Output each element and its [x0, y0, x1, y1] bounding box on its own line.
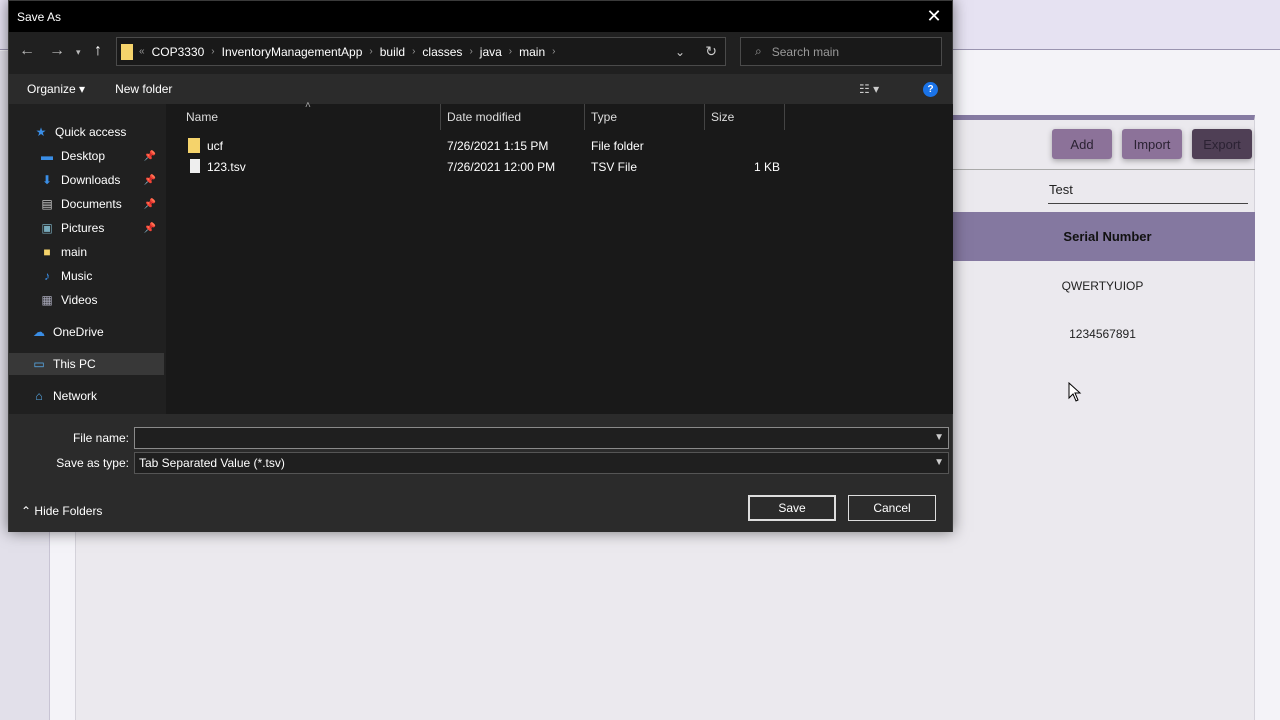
- table-cell[interactable]: 1234567891: [950, 327, 1255, 341]
- pin-icon: 📌: [143, 150, 156, 162]
- file-name-input[interactable]: ▼: [134, 427, 949, 449]
- breadcrumb-item[interactable]: COP3330: [152, 45, 205, 59]
- cloud-icon: ☁: [33, 325, 45, 339]
- breadcrumb-item[interactable]: java: [480, 45, 502, 59]
- nav-desktop[interactable]: ▬ Desktop 📌: [39, 145, 164, 167]
- organize-menu[interactable]: Organize ▾: [27, 82, 85, 96]
- file-list: ˄ Name Date modified Type Size ucf 7/26/…: [166, 100, 953, 414]
- import-button[interactable]: Import: [1122, 129, 1182, 159]
- nav-downloads[interactable]: ⬇ Downloads 📌: [39, 169, 164, 191]
- save-type-select[interactable]: Tab Separated Value (*.tsv) ▼: [134, 452, 949, 474]
- search-icon: ⌕: [755, 44, 762, 58]
- dialog-title: Save As: [9, 1, 952, 32]
- help-icon[interactable]: ?: [923, 81, 938, 97]
- breadcrumb-item[interactable]: main: [519, 45, 545, 59]
- refresh-icon[interactable]: ↻: [705, 43, 717, 60]
- chevron-down-icon: ▼: [934, 457, 944, 468]
- recent-chevron-icon[interactable]: ▾: [76, 47, 81, 58]
- search-input[interactable]: Test: [1048, 182, 1248, 204]
- music-icon: ♪: [44, 269, 50, 283]
- new-folder-button[interactable]: New folder: [115, 82, 172, 96]
- nav-network[interactable]: ⌂ Network: [31, 385, 186, 407]
- cancel-button[interactable]: Cancel: [848, 495, 936, 521]
- column-date-modified[interactable]: Date modified: [441, 104, 585, 130]
- desktop-icon: ▬: [41, 149, 53, 163]
- nav-documents[interactable]: ▤ Documents 📌: [39, 193, 164, 215]
- forward-arrow-icon[interactable]: →: [49, 42, 65, 60]
- divider: [950, 169, 1255, 170]
- file-name-label: File name:: [72, 431, 129, 445]
- file-row[interactable]: ucf 7/26/2021 1:15 PM File folder: [166, 136, 786, 156]
- search-box[interactable]: ⌕ Search main: [740, 37, 942, 66]
- export-button[interactable]: Export: [1192, 129, 1252, 159]
- search-placeholder: Search main: [771, 44, 840, 59]
- folder-icon: ■: [43, 245, 51, 259]
- download-icon: ⬇: [41, 173, 53, 187]
- pin-icon: 📌: [143, 198, 156, 210]
- chevron-down-icon[interactable]: ⌄: [675, 45, 685, 59]
- mouse-cursor-icon: [1068, 382, 1082, 402]
- column-name[interactable]: Name: [180, 104, 441, 130]
- pin-icon: 📌: [143, 174, 156, 186]
- breadcrumb-item[interactable]: classes: [422, 45, 462, 59]
- document-icon: ▤: [41, 197, 53, 211]
- close-icon[interactable]: ✕: [922, 5, 946, 27]
- save-type-label: Save as type:: [56, 456, 129, 470]
- serial-number-column-header[interactable]: Serial Number: [950, 212, 1255, 261]
- save-button[interactable]: Save: [748, 495, 836, 521]
- file-icon: [190, 159, 200, 173]
- nav-onedrive[interactable]: ☁ OneDrive: [31, 321, 186, 343]
- save-as-dialog: Save As ✕ ← → ▾ ↑ « COP3330 › InventoryMa…: [8, 0, 953, 532]
- computer-icon: ▭: [33, 357, 45, 371]
- file-row[interactable]: 123.tsv 7/26/2021 12:00 PM TSV File 1 KB: [166, 157, 786, 177]
- back-arrow-icon[interactable]: ←: [19, 42, 35, 60]
- star-icon: ★: [35, 125, 47, 139]
- add-button[interactable]: Add: [1052, 129, 1112, 159]
- nav-quick-access[interactable]: ★ Quick access: [33, 121, 188, 143]
- pictures-icon: ▣: [41, 221, 53, 235]
- view-options-icon[interactable]: ☷ ▾: [859, 82, 879, 96]
- table-cell[interactable]: QWERTYUIOP: [950, 279, 1255, 293]
- address-bar[interactable]: « COP3330 › InventoryManagementApp › build…: [116, 37, 726, 66]
- column-size[interactable]: Size: [705, 104, 785, 130]
- network-icon: ⌂: [35, 389, 43, 403]
- up-arrow-icon[interactable]: ↑: [94, 42, 102, 60]
- breadcrumb-item[interactable]: build: [380, 45, 405, 59]
- breadcrumb-item[interactable]: InventoryManagementApp: [222, 45, 363, 59]
- folder-icon: [188, 138, 200, 153]
- navigation-pane: ★ Quick access ▬ Desktop 📌 ⬇ Downloads 📌 ▤ Doc…: [9, 104, 166, 414]
- video-icon: ▦: [41, 293, 53, 307]
- hide-folders-button[interactable]: ⌃ Hide Folders: [21, 504, 102, 518]
- nav-this-pc[interactable]: ▭ This PC: [9, 353, 164, 375]
- chevron-up-icon: ⌃: [21, 504, 32, 518]
- column-type[interactable]: Type: [585, 104, 705, 130]
- nav-pictures[interactable]: ▣ Pictures 📌: [39, 217, 164, 239]
- chevron-down-icon: ▼: [934, 432, 944, 443]
- folder-icon: [121, 43, 133, 60]
- pin-icon: 📌: [143, 222, 156, 234]
